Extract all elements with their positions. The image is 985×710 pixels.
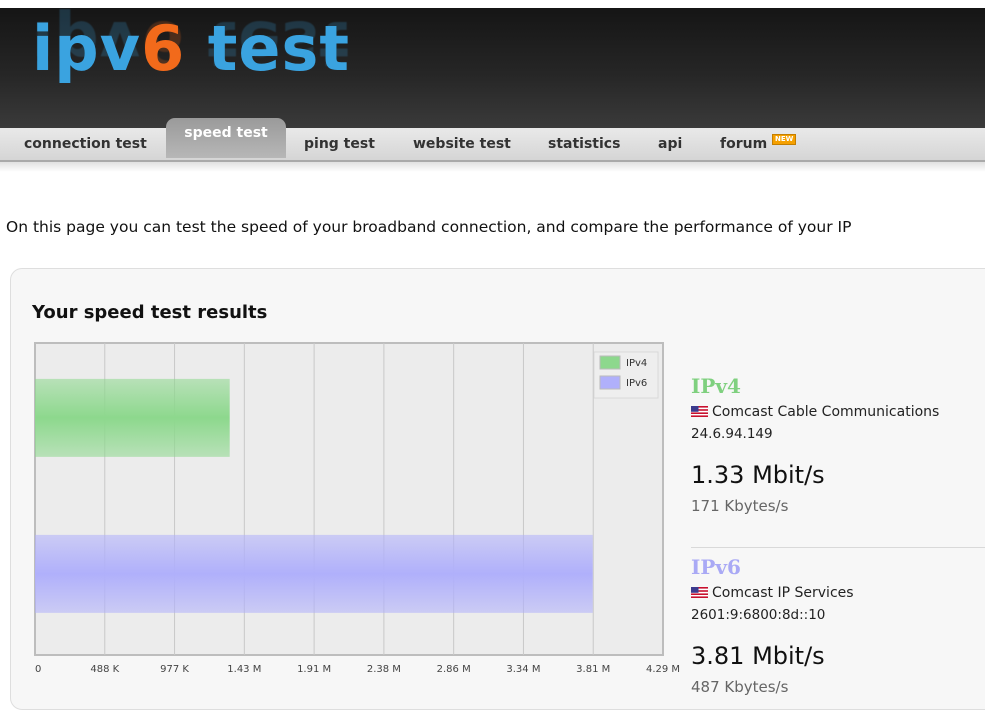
ipv6-address: 2601:9:6800:8d::10 [691,607,826,623]
ipv6-isp-name: Comcast IP Services [712,585,854,601]
us-flag-icon [691,587,708,598]
intro-text: On this page you can test the speed of y… [6,218,852,236]
us-flag-icon [691,406,708,417]
results-divider [691,547,985,548]
tab-ping-test[interactable]: ping test [304,128,375,160]
site-logo[interactable]: ipv6 test ipv6 test [32,8,372,126]
ipv6-label: IPv6 [691,555,741,579]
logo-reflection: ipv6 test [32,8,351,80]
tab-connection-test[interactable]: connection test [24,128,147,160]
tab-website-test[interactable]: website test [413,128,511,160]
ipv4-speed: 1.33 Mbit/s [691,461,825,489]
new-badge: NEW [772,134,797,145]
tab-forum[interactable]: forum NEW [720,128,797,160]
results-panel [10,268,985,710]
ipv6-isp: Comcast IP Services [691,585,854,601]
ipv6-bytes: 487 Kbytes/s [691,678,789,696]
tab-forum-label: forum [720,136,768,152]
ipv4-label: IPv4 [691,374,741,398]
ipv6-speed: 3.81 Mbit/s [691,642,825,670]
tab-api[interactable]: api [658,128,682,160]
ipv4-address: 24.6.94.149 [691,426,773,442]
main-nav: connection test speed test ping test web… [0,118,985,162]
results-title: Your speed test results [32,302,268,323]
ipv4-bytes: 171 Kbytes/s [691,497,789,515]
ipv4-isp-name: Comcast Cable Communications [712,404,940,420]
nav-shadow [0,162,985,172]
tab-statistics[interactable]: statistics [548,128,620,160]
ipv4-isp: Comcast Cable Communications [691,404,939,420]
site-header: ipv6 test ipv6 test [0,8,985,128]
tab-speed-test[interactable]: speed test [166,118,286,158]
